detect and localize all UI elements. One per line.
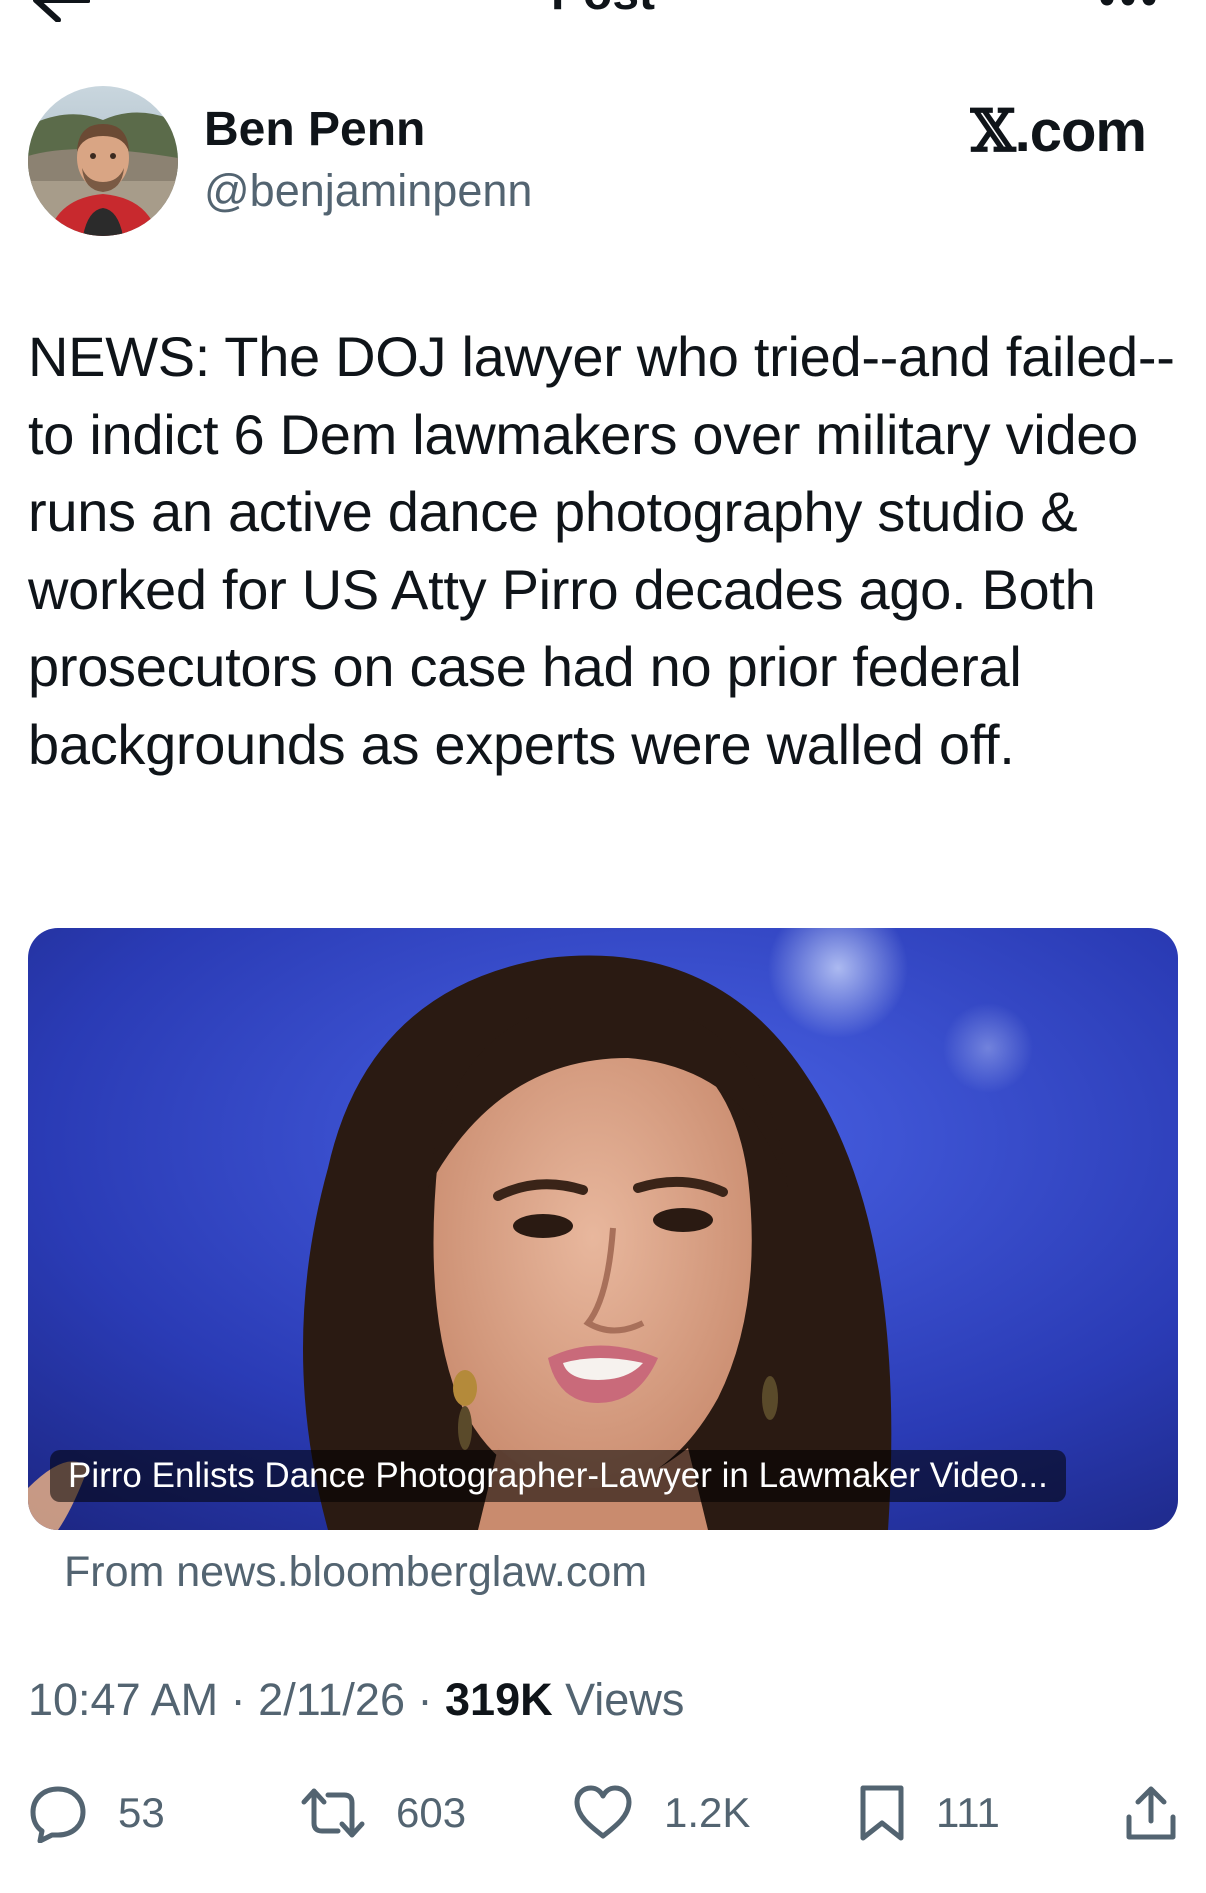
like-icon: [572, 1784, 634, 1842]
post-time[interactable]: 10:47 AM: [28, 1674, 218, 1725]
share-icon: [1124, 1783, 1178, 1843]
logo-text: .com: [1014, 99, 1147, 164]
like-button[interactable]: 1.2K: [572, 1778, 750, 1848]
share-button[interactable]: [1124, 1778, 1178, 1848]
views-label: Views: [565, 1674, 685, 1725]
author-name[interactable]: Ben Penn: [204, 102, 425, 158]
meta-separator: ·: [417, 1674, 433, 1725]
bookmark-count: 111: [936, 1789, 1000, 1836]
top-bar: Post: [0, 0, 1206, 40]
link-card-caption[interactable]: Pirro Enlists Dance Photographer-Lawyer …: [50, 1450, 1066, 1502]
bookmark-icon: [858, 1783, 906, 1843]
post-meta: 10:47 AM · 2/11/26 · 319K Views: [28, 1672, 684, 1728]
post-date[interactable]: 2/11/26: [258, 1674, 405, 1725]
repost-icon: [300, 1783, 366, 1843]
x-logo-icon: 𝕏.com: [970, 97, 1147, 165]
avatar[interactable]: [28, 86, 178, 236]
link-card-source[interactable]: From news.bloomberglaw.com: [64, 1546, 647, 1598]
author-handle[interactable]: @benjaminpenn: [204, 164, 532, 218]
bookmark-button[interactable]: 111: [858, 1778, 1000, 1848]
like-count: 1.2K: [664, 1789, 751, 1836]
views-count[interactable]: 319K: [445, 1674, 553, 1725]
post-text: NEWS: The DOJ lawyer who tried--and fail…: [28, 325, 1175, 776]
link-card-image[interactable]: Pirro Enlists Dance Photographer-Lawyer …: [28, 928, 1178, 1530]
x-glyph: 𝕏: [970, 97, 1016, 165]
repost-count: 603: [396, 1789, 467, 1836]
reply-count: 53: [118, 1789, 165, 1836]
more-icon[interactable]: [1100, 0, 1156, 8]
page-title: Post: [0, 0, 1206, 22]
reply-button[interactable]: 53: [28, 1778, 165, 1848]
reply-icon: [28, 1783, 88, 1843]
repost-button[interactable]: 603: [300, 1778, 466, 1848]
meta-separator: ·: [230, 1674, 246, 1725]
